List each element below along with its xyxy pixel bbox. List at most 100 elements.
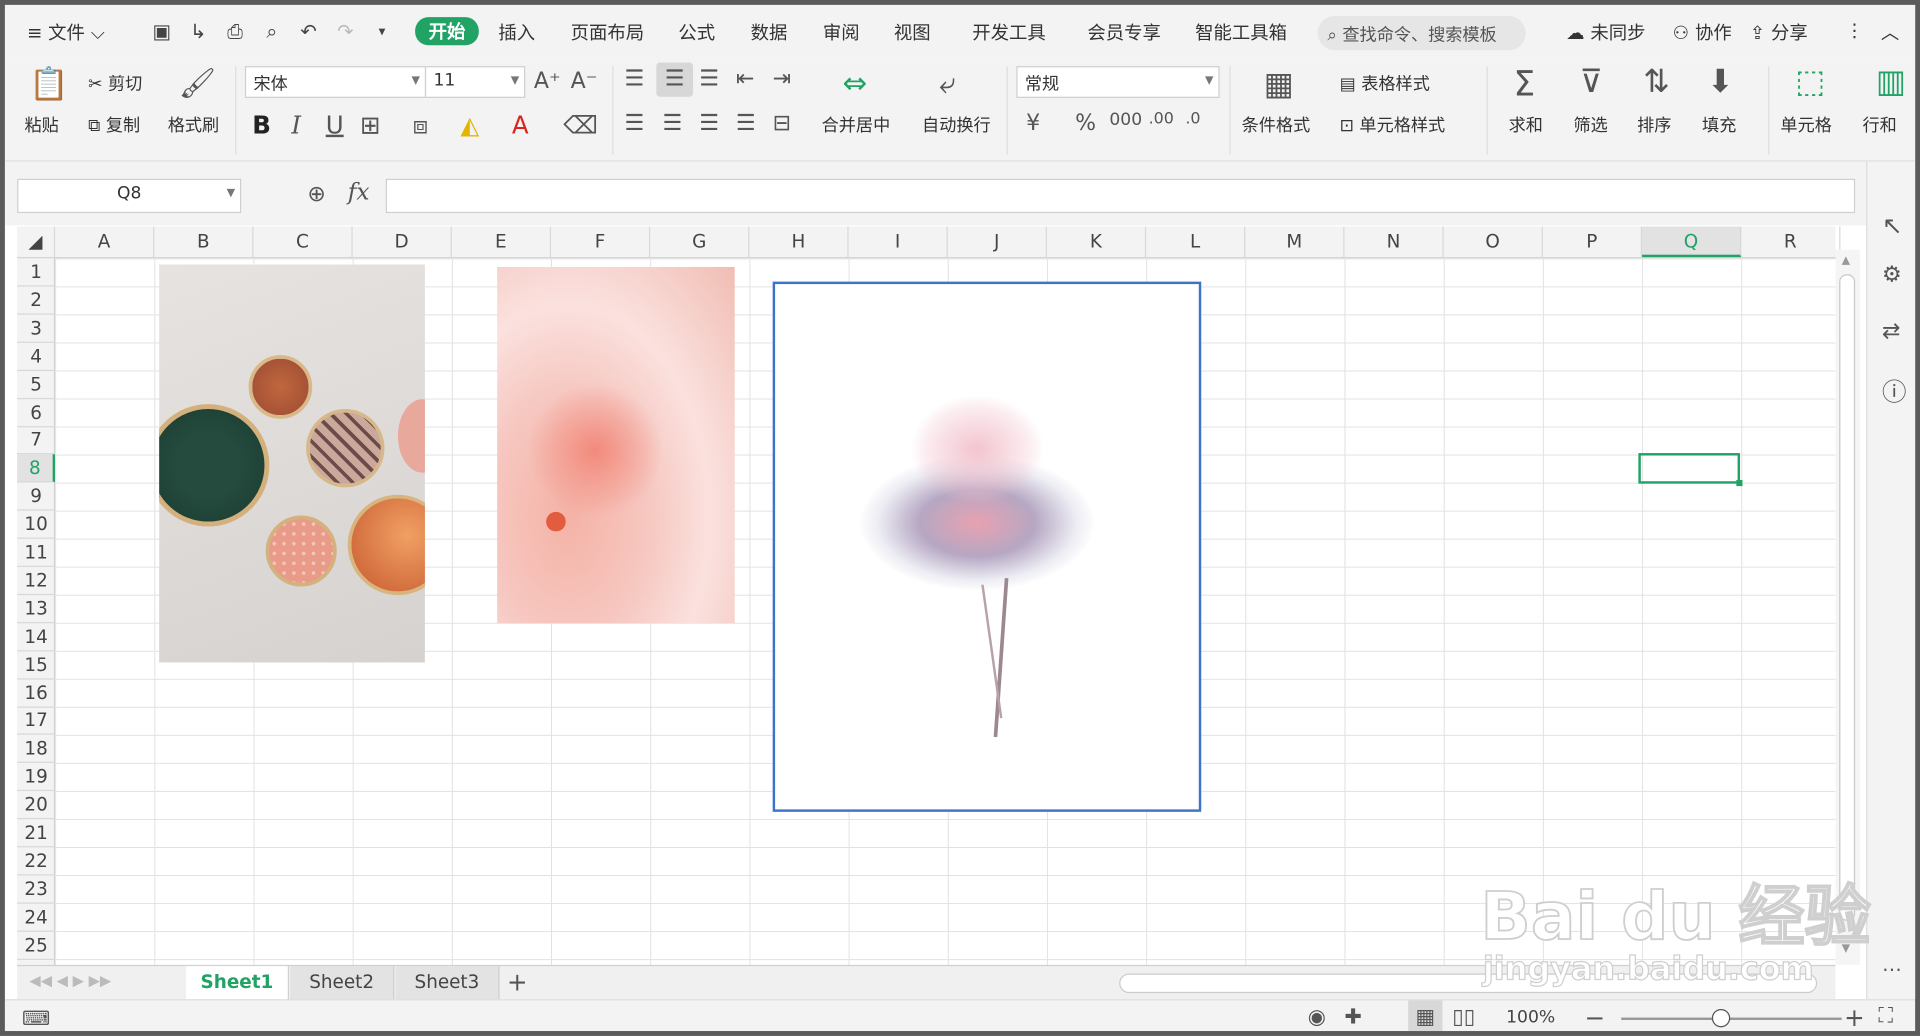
page-view-icon[interactable]: ▯▯ (1452, 1005, 1475, 1029)
align-middle-icon[interactable]: ☰ (656, 62, 694, 97)
column-header-H[interactable]: H (749, 226, 849, 258)
align-bottom-icon[interactable]: ☰ (699, 66, 719, 92)
fill-icon[interactable]: ⬇ (1707, 64, 1734, 101)
font-name-select[interactable]: 宋体 ▼ (244, 66, 427, 98)
row-header-22[interactable]: 22 (17, 847, 56, 876)
column-header-M[interactable]: M (1245, 226, 1345, 258)
sort-button[interactable]: 排序 (1637, 113, 1671, 137)
scroll-up-icon[interactable]: ▲ (1842, 255, 1850, 267)
share-button[interactable]: ⇪ 分享 (1750, 20, 1808, 46)
align-left-icon[interactable]: ☰ (624, 110, 644, 136)
row-header-4[interactable]: 4 (17, 342, 56, 371)
filter-button[interactable]: 筛选 (1573, 113, 1607, 137)
column-header-I[interactable]: I (849, 226, 948, 258)
merge-icon[interactable]: ⇔ (842, 66, 867, 100)
normal-view-icon[interactable]: ▦ (1408, 1000, 1443, 1032)
help-icon[interactable]: ⓘ (1882, 372, 1906, 408)
redo-icon[interactable]: ↷ (333, 20, 357, 44)
row-header-15[interactable]: 15 (17, 651, 56, 680)
eraser-icon[interactable]: ⌫ (563, 110, 598, 139)
column-header-A[interactable]: A (55, 226, 155, 258)
row-header-21[interactable]: 21 (17, 819, 56, 848)
more-dots-icon[interactable]: ⋯ (1882, 958, 1902, 981)
row-header-18[interactable]: 18 (17, 735, 56, 764)
row-header-5[interactable]: 5 (17, 371, 56, 399)
zoom-slider[interactable] (1621, 1017, 1842, 1021)
merge-center-button[interactable]: 合并居中 (822, 113, 891, 137)
cell-grid[interactable] (55, 258, 1836, 965)
cell-style-button[interactable]: ⊡ 单元格样式 (1340, 113, 1446, 137)
column-header-L[interactable]: L (1146, 226, 1246, 258)
row-header-20[interactable]: 20 (17, 791, 56, 820)
filter-icon[interactable]: ⊽ (1580, 64, 1603, 101)
fullscreen-icon[interactable]: ⛶ (1878, 1004, 1893, 1028)
row-header-19[interactable]: 19 (17, 763, 56, 792)
tab-sheet2[interactable]: Sheet2 (290, 966, 395, 1001)
column-header-J[interactable]: J (948, 226, 1047, 258)
decrease-font-icon[interactable]: A⁻ (571, 69, 598, 95)
print-icon[interactable]: ⎙ (223, 20, 247, 44)
tab-member[interactable]: 会员专享 (1087, 20, 1160, 46)
row-header-25[interactable]: 25 (17, 931, 56, 960)
column-header-F[interactable]: F (551, 226, 651, 258)
distribute-icon[interactable]: ⊟ (773, 110, 791, 136)
column-header-O[interactable]: O (1444, 226, 1543, 258)
cursor-icon[interactable]: ↖ (1882, 211, 1903, 240)
print-preview-icon[interactable]: ⌕ (260, 20, 284, 44)
column-header-N[interactable]: N (1345, 226, 1444, 258)
collapse-ribbon-icon[interactable]: ︿ (1881, 20, 1899, 46)
decrease-decimal-icon[interactable]: .0 (1185, 110, 1200, 128)
column-header-D[interactable]: D (353, 226, 452, 258)
settings-sliders-icon[interactable]: ⚙ (1882, 262, 1902, 288)
align-top-icon[interactable]: ☰ (624, 66, 644, 92)
name-box[interactable]: Q8 ▼ (17, 178, 242, 214)
row-header-9[interactable]: 9 (17, 483, 56, 511)
conditional-format-icon[interactable]: ▦ (1264, 66, 1294, 103)
row-header-16[interactable]: 16 (17, 679, 56, 708)
tab-data[interactable]: 数据 (751, 20, 788, 46)
conditional-format-button[interactable]: 条件格式 (1242, 113, 1311, 137)
column-header-P[interactable]: P (1543, 226, 1643, 258)
sum-icon[interactable]: Σ (1513, 64, 1535, 104)
number-format-select[interactable]: 常规 ▼ (1016, 66, 1220, 98)
function-icon[interactable]: fx (348, 179, 370, 206)
tab-insert[interactable]: 插入 (498, 20, 535, 46)
picture-bouquet-selected[interactable] (772, 281, 1202, 812)
row-header-17[interactable]: 17 (17, 707, 56, 736)
select-all-corner[interactable]: ◢ (17, 226, 56, 258)
sum-button[interactable]: 求和 (1509, 113, 1543, 137)
copy-button[interactable]: ⧉ 复制 (88, 113, 140, 137)
increase-font-icon[interactable]: A⁺ (534, 69, 561, 95)
picture-embroidery-hoops[interactable] (159, 264, 425, 663)
column-header-R[interactable]: R (1741, 226, 1841, 258)
row-header-3[interactable]: 3 (17, 314, 56, 343)
borders-icon[interactable]: ⊞ (360, 110, 381, 139)
scroll-thumb[interactable] (1839, 274, 1856, 921)
reading-mode-icon[interactable]: ✚ (1345, 1005, 1362, 1029)
macro-icon[interactable]: ⌨ (22, 1007, 50, 1030)
tab-developer[interactable]: 开发工具 (972, 20, 1045, 46)
zoom-formula-icon[interactable]: ⊕ (307, 181, 325, 207)
align-right-icon[interactable]: ☰ (699, 110, 719, 136)
command-search-input[interactable]: ⌕ 查找命令、搜索模板 (1317, 15, 1526, 51)
row-header-11[interactable]: 11 (17, 539, 56, 567)
underline-icon[interactable]: U (326, 110, 344, 139)
save-icon[interactable]: ▣ (149, 20, 173, 44)
row-header-24[interactable]: 24 (17, 903, 56, 932)
row-header-14[interactable]: 14 (17, 623, 56, 652)
export-icon[interactable]: ↳ (186, 20, 210, 44)
format-painter-button[interactable]: 格式刷 (168, 113, 219, 137)
transform-icon[interactable]: ⇄ (1882, 318, 1900, 344)
thousands-icon[interactable]: 000 (1109, 110, 1142, 130)
picture-pink-flower[interactable] (497, 266, 735, 624)
more-options-icon[interactable]: ⋮ (1845, 20, 1863, 42)
column-header-E[interactable]: E (452, 226, 552, 258)
column-header-C[interactable]: C (253, 226, 353, 258)
tab-formulas[interactable]: 公式 (678, 20, 715, 46)
row-header-2[interactable]: 2 (17, 286, 56, 315)
paste-button[interactable]: 粘贴 (24, 113, 58, 137)
wrap-text-button[interactable]: 自动换行 (922, 113, 991, 137)
italic-icon[interactable]: I (291, 110, 301, 139)
collaborate-button[interactable]: ⚇ 协作 (1673, 20, 1732, 46)
font-color-icon[interactable]: A (512, 110, 529, 139)
